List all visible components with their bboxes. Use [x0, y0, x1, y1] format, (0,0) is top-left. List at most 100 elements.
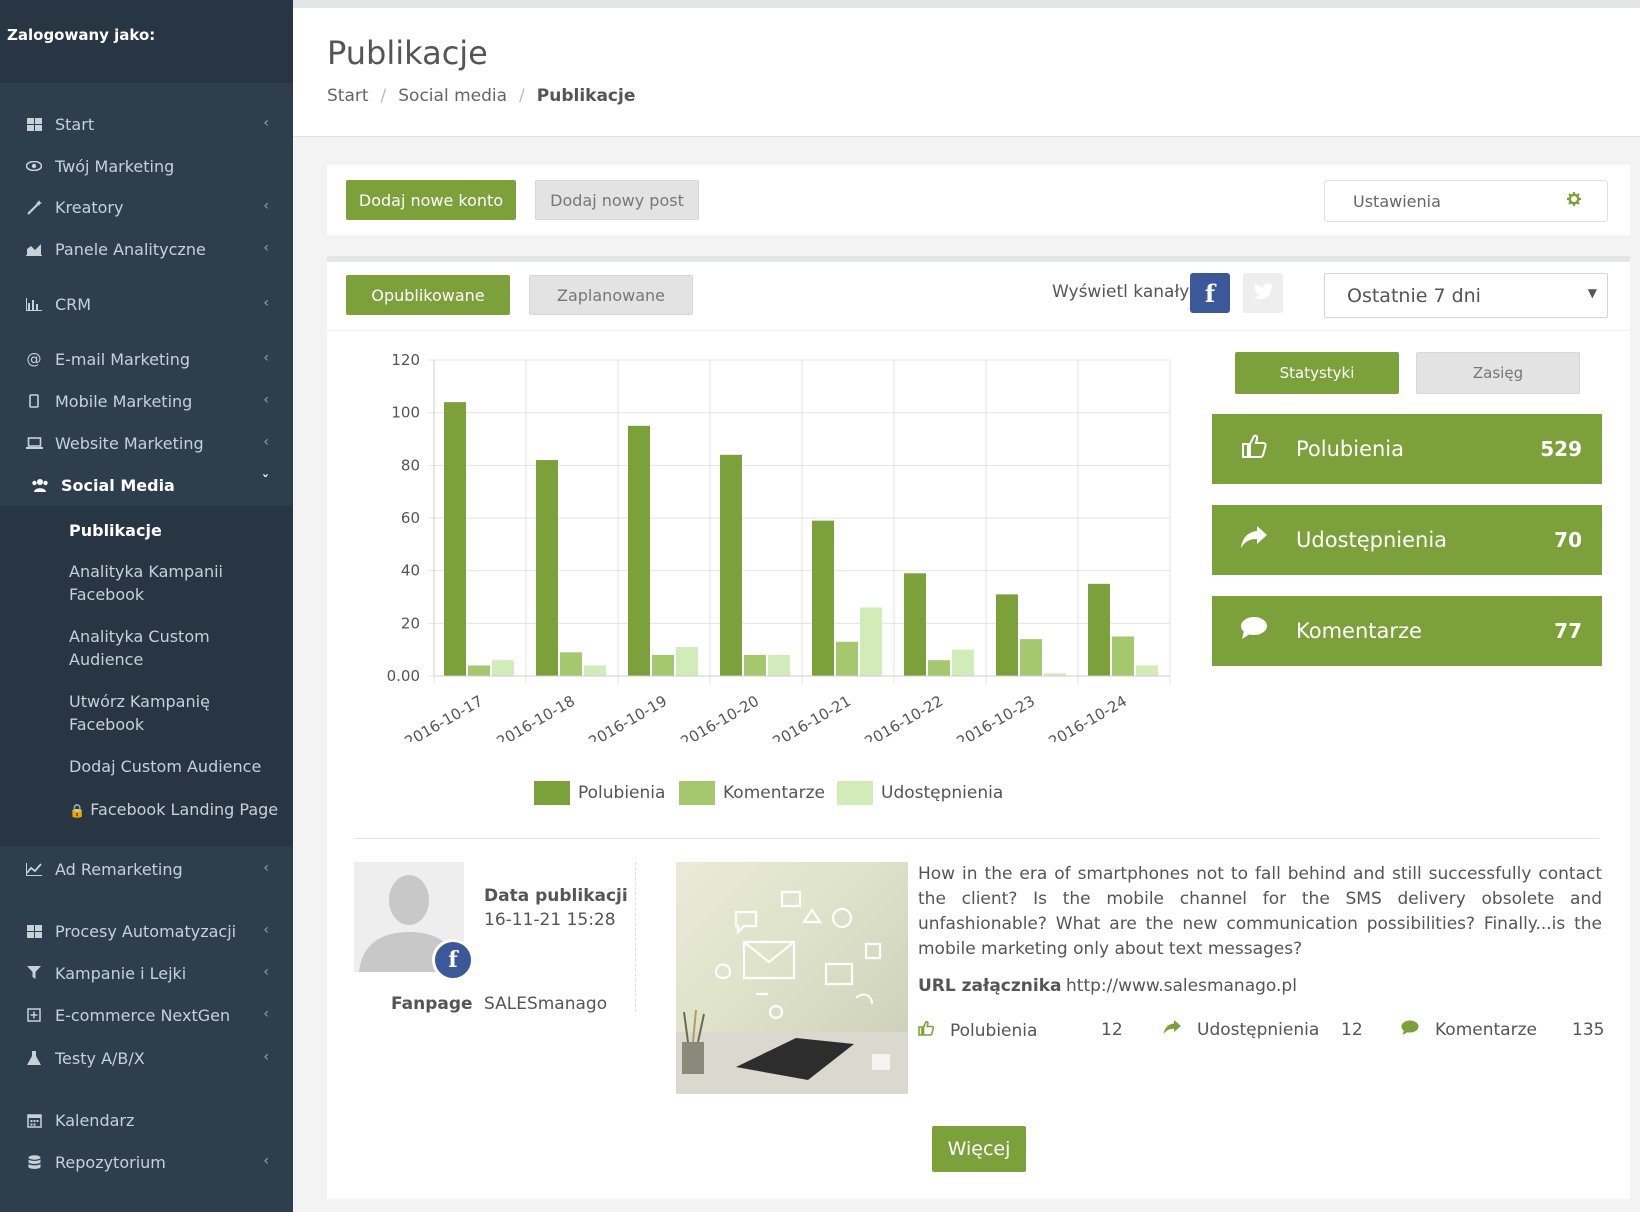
submenu-item-publikacje[interactable]: Publikacje: [69, 519, 284, 542]
post-comments-label: Komentarze: [1435, 1020, 1537, 1040]
bar-polubienia-2016-10-21: [812, 520, 834, 676]
bar-komentarze-2016-10-17: [468, 665, 490, 676]
breadcrumb-current: Publikacje: [536, 86, 636, 106]
legend-item-polubienia: Polubienia: [534, 780, 665, 806]
chevron-left-icon: ‹: [263, 295, 269, 311]
tab-published[interactable]: Opublikowane: [346, 275, 510, 315]
sidebar-item-mobile-marketing[interactable]: Mobile Marketing ‹: [0, 384, 293, 418]
sidebar-item-procesy-automatyzacji[interactable]: Procesy Automatyzacji ‹: [0, 914, 293, 948]
bar-komentarze-2016-10-23: [1020, 639, 1042, 676]
sidebar-item-label: Kalendarz: [55, 1110, 135, 1130]
add-account-button[interactable]: Dodaj nowe konto: [346, 180, 516, 220]
stat-card-shares: Udostępnienia 70: [1212, 505, 1602, 575]
breadcrumb-social-media[interactable]: Social media: [398, 86, 507, 106]
sidebar-item-start[interactable]: Start ‹: [0, 107, 293, 141]
sidebar-item-kalendarz[interactable]: Kalendarz: [0, 1103, 293, 1137]
top-bar: [293, 0, 1640, 8]
chevron-left-icon: ‹: [263, 350, 269, 366]
submenu-item-dodaj-custom-audience[interactable]: Dodaj Custom Audience: [69, 755, 284, 778]
bar-polubienia-2016-10-19: [628, 425, 650, 676]
bar-polubienia-2016-10-18: [536, 460, 558, 676]
fanpage-label: Fanpage: [391, 994, 473, 1014]
sidebar-item-email-marketing[interactable]: @ E-mail Marketing ‹: [0, 342, 293, 376]
breadcrumb-separator: /: [380, 86, 387, 106]
bar-udostępnienia-2016-10-19: [676, 647, 698, 676]
stat-label: Polubienia: [1296, 437, 1405, 461]
sidebar-item-kreatory[interactable]: Kreatory ‹: [0, 190, 293, 224]
twitter-channel-button[interactable]: [1243, 273, 1283, 313]
chevron-left-icon: ‹: [263, 1049, 269, 1065]
bar-udostępnienia-2016-10-18: [584, 665, 606, 676]
legend-item-komentarze: Komentarze: [679, 780, 825, 806]
sidebar-item-panele-analityczne[interactable]: Panele Analityczne ‹: [0, 232, 293, 266]
bar-udostępnienia-2016-10-24: [1136, 665, 1158, 676]
sidebar-item-twoj-marketing[interactable]: Twój Marketing: [0, 149, 293, 183]
bar-komentarze-2016-10-19: [652, 654, 674, 676]
bar-komentarze-2016-10-20: [744, 654, 766, 676]
x-tick-label: 2016-10-21: [769, 692, 854, 742]
sidebar-item-label: Repozytorium: [55, 1152, 166, 1172]
settings-button[interactable]: Ustawienia: [1324, 180, 1608, 222]
logged-in-label: Zalogowany jako:: [0, 0, 293, 83]
sidebar-item-label: Testy A/B/X: [55, 1048, 145, 1068]
flask-icon: [25, 1049, 43, 1067]
url-label: URL załącznika: [918, 976, 1062, 996]
add-post-button[interactable]: Dodaj nowy post: [535, 180, 699, 220]
thumbs-up-icon: [918, 1020, 935, 1041]
share-icon: [1163, 1020, 1181, 1040]
stat-card-comments: Komentarze 77: [1212, 596, 1602, 666]
sidebar-item-social-media[interactable]: Social Media ˇ: [0, 468, 293, 502]
comment-icon: [1401, 1020, 1419, 1040]
x-tick-label: 2016-10-18: [493, 692, 578, 742]
fanpage-value: SALESmanago: [484, 994, 608, 1014]
chart-axes: 0.00204060801001202016-10-17 2016-10-18 20…: [387, 351, 1170, 742]
grid-icon: [25, 115, 43, 133]
sidebar-item-ecommerce-nextgen[interactable]: E-commerce NextGen ‹: [0, 998, 293, 1032]
submenu-item-utworz-kampanie[interactable]: Utwórz Kampanię Facebook: [69, 690, 284, 736]
sidebar-item-repozytorium[interactable]: Repozytorium ‹: [0, 1145, 293, 1179]
breadcrumb: Start / Social media / Publikacje: [327, 86, 635, 106]
bar-polubienia-2016-10-24: [1088, 583, 1110, 676]
submenu-item-analityka-custom-audience[interactable]: Analityka Custom Audience: [69, 625, 284, 671]
x-tick-label: 2016-10-24: [1045, 692, 1130, 742]
y-tick-label: 120: [391, 351, 420, 369]
bar-chart-icon: [25, 295, 43, 313]
stat-label: Komentarze: [1296, 619, 1422, 643]
x-tick-label: 2016-10-17: [401, 692, 486, 742]
chevron-left-icon: ‹: [263, 1006, 269, 1022]
breadcrumb-start[interactable]: Start: [327, 86, 369, 106]
more-button[interactable]: Więcej: [932, 1126, 1026, 1172]
legend-label: Komentarze: [723, 783, 825, 803]
post-image[interactable]: [676, 862, 908, 1094]
eye-icon: [25, 157, 43, 175]
tab-scheduled[interactable]: Zaplanowane: [529, 275, 693, 315]
sidebar-item-ad-remarketing[interactable]: Ad Remarketing ‹: [0, 852, 293, 886]
legend-swatch: [679, 781, 715, 805]
page-header: Publikacje Start / Social media / Publik…: [293, 8, 1640, 137]
bar-komentarze-2016-10-22: [928, 660, 950, 676]
divider: [354, 838, 1599, 839]
date-value: 16-11-21 15:28: [484, 910, 616, 930]
url-link[interactable]: http://www.salesmanago.pl: [1066, 976, 1297, 996]
submenu-item-facebook-landing-page[interactable]: 🔒 Facebook Landing Page: [69, 798, 284, 823]
bar-udostępnienia-2016-10-21: [860, 607, 882, 676]
sidebar-item-website-marketing[interactable]: Website Marketing ‹: [0, 426, 293, 460]
sidebar-item-crm[interactable]: CRM ‹: [0, 287, 293, 321]
sidebar-item-kampanie-i-lejki[interactable]: Kampanie i Lejki ‹: [0, 956, 293, 990]
plus-square-icon: [25, 1006, 43, 1024]
post-text: How in the era of smartphones not to fal…: [918, 864, 1602, 959]
gear-icon: [1567, 191, 1581, 210]
bar-polubienia-2016-10-17: [444, 402, 466, 676]
facebook-channel-button[interactable]: f: [1190, 273, 1230, 313]
sidebar-item-testy-abx[interactable]: Testy A/B/X ‹: [0, 1041, 293, 1075]
bar-komentarze-2016-10-18: [560, 652, 582, 676]
facebook-icon: f: [1204, 278, 1216, 308]
sidebar-item-label: CRM: [55, 294, 92, 314]
y-tick-label: 100: [391, 404, 420, 422]
y-tick-label: 0.00: [387, 667, 420, 685]
sidebar-item-label: Panele Analityczne: [55, 239, 206, 259]
tab-reach[interactable]: Zasięg: [1416, 352, 1580, 394]
submenu-item-analityka-kampanii[interactable]: Analityka Kampanii Facebook: [69, 560, 284, 606]
tab-statistics[interactable]: Statystyki: [1235, 352, 1399, 394]
period-select[interactable]: Ostatnie 7 dni ▼: [1324, 273, 1608, 318]
